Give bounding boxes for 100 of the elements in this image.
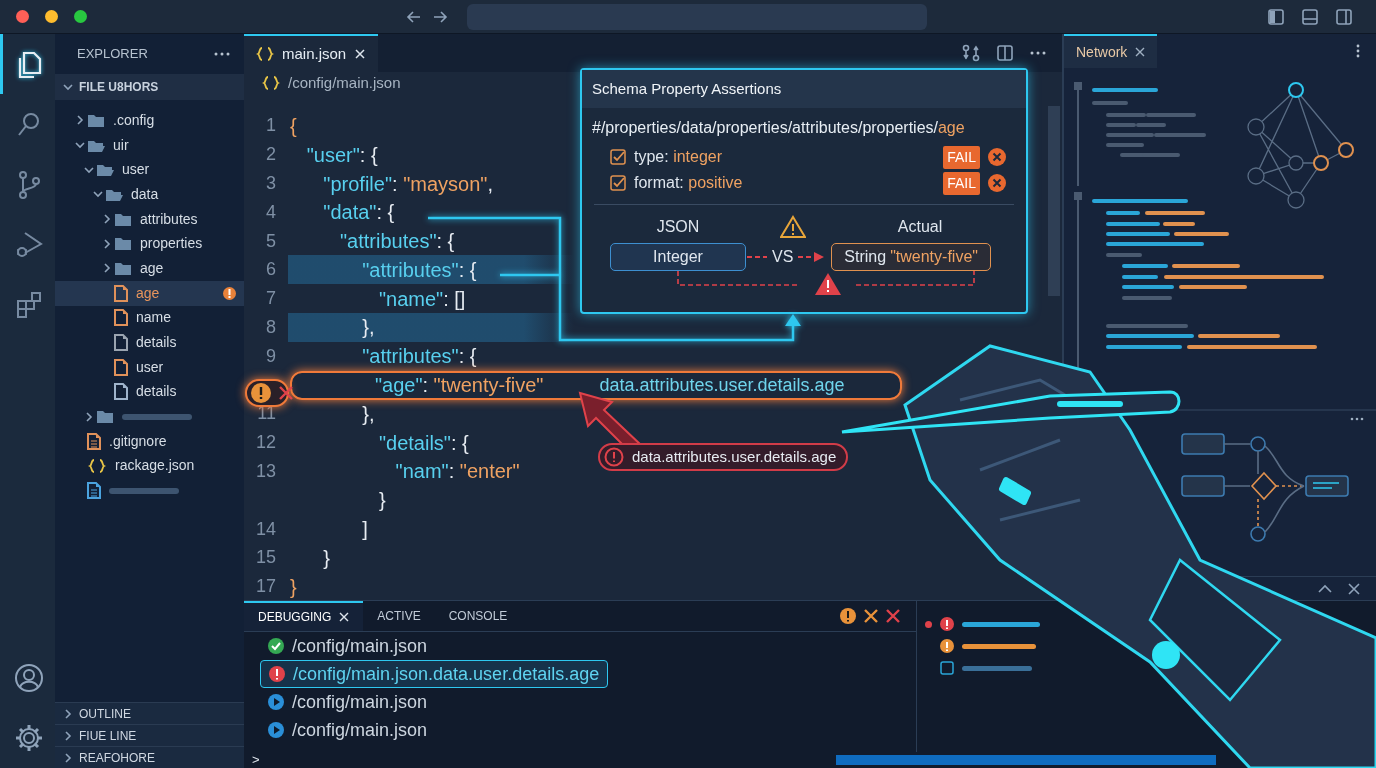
- warning-icon[interactable]: [840, 608, 856, 624]
- item-label: user: [136, 357, 164, 377]
- item-label: data: [131, 184, 159, 204]
- compare-changes-icon[interactable]: [962, 44, 980, 62]
- folder-icon: [96, 409, 114, 425]
- more-icon[interactable]: [1350, 417, 1364, 421]
- debug-entry[interactable]: /config/main.json: [260, 716, 436, 744]
- window-control[interactable]: [16, 10, 29, 23]
- sidebar-title: EXPLORER: [77, 45, 148, 64]
- tab-label: Network: [1076, 42, 1128, 62]
- file-row[interactable]: user: [55, 354, 244, 380]
- sidebar-layout-icon[interactable]: [1267, 7, 1285, 26]
- code-text: "attributes": {: [339, 229, 455, 255]
- chevron-up-icon[interactable]: [1318, 583, 1332, 594]
- scrollbar[interactable]: [1048, 106, 1060, 296]
- file-row[interactable]: name: [55, 305, 244, 331]
- item-label: uir: [113, 135, 129, 155]
- section-title: FIUE LINE: [79, 727, 137, 745]
- versus-label: VS: [772, 247, 794, 267]
- line-number: 5: [265, 229, 277, 253]
- line-number: 3: [265, 172, 277, 195]
- debug-entry[interactable]: /config/main.json.data.user.details.age: [260, 660, 609, 688]
- item-label: age: [140, 258, 164, 278]
- folder-row[interactable]: properties: [55, 231, 244, 257]
- line-number: 4: [265, 200, 277, 224]
- debug-entry[interactable]: /config/main.json: [260, 688, 436, 716]
- line-number: 12: [254, 431, 277, 455]
- file-row[interactable]: details: [55, 330, 244, 355]
- code-text: "age": "twenty-five": [373, 373, 544, 399]
- code-text: },: [361, 315, 375, 341]
- code-text: "user": {: [305, 142, 378, 168]
- folder-row[interactable]: attributes: [55, 206, 244, 232]
- file-row[interactable]: rackage.json: [55, 453, 244, 479]
- code-text: "profile": "mayson",: [322, 171, 493, 197]
- terminal-prompt: >: [252, 751, 260, 768]
- json-braces-icon: [262, 75, 280, 92]
- arrow-icon: [797, 251, 826, 263]
- more-icon[interactable]: [1030, 50, 1046, 56]
- window-control[interactable]: [45, 10, 58, 23]
- settings-icon[interactable]: [14, 723, 44, 753]
- panel-layout-icon[interactable]: [1301, 7, 1319, 26]
- file-row[interactable]: age: [55, 280, 244, 306]
- extensions-icon[interactable]: [14, 289, 44, 319]
- error-icon: [604, 447, 624, 467]
- code-text: ]: [361, 517, 368, 543]
- graph-node: [1247, 167, 1265, 185]
- debug-entry[interactable]: /config/main.json: [260, 632, 436, 660]
- close-icon[interactable]: [1348, 582, 1360, 595]
- warning-icon: [780, 215, 806, 239]
- item-label: rackage.json: [115, 456, 195, 476]
- split-editor-icon[interactable]: [996, 44, 1014, 62]
- graph-node: [1288, 82, 1304, 98]
- section-header[interactable]: FIUE LINE: [55, 724, 244, 746]
- item-label: attributes: [140, 209, 198, 229]
- checked-checkbox-icon[interactable]: [610, 175, 626, 191]
- json-braces-icon: [256, 46, 274, 62]
- code-text: {: [290, 113, 297, 139]
- graph-node: [1288, 155, 1304, 171]
- secondary-sidebar-icon[interactable]: [1335, 7, 1353, 26]
- panel-tab[interactable]: DEBUGGING: [244, 601, 364, 631]
- close-icon[interactable]: [354, 48, 367, 60]
- section-header[interactable]: OUTLINE: [55, 702, 244, 724]
- folder-row[interactable]: data: [55, 182, 244, 207]
- file-row[interactable]: .gitignore: [55, 428, 244, 454]
- folder-icon: [114, 260, 132, 276]
- folder-row[interactable]: user: [55, 157, 244, 183]
- close-icon[interactable]: [864, 609, 878, 623]
- breadcrumb[interactable]: /config/main.json: [288, 72, 401, 95]
- folder-row[interactable]: .config: [55, 108, 244, 133]
- error-tooltip: data.attributes.user.details.age: [598, 443, 849, 471]
- item-label: user: [122, 160, 150, 180]
- run-debug-icon[interactable]: [14, 229, 44, 259]
- section-title: FILE U8HORS: [79, 79, 159, 96]
- item-label: details: [136, 333, 177, 353]
- item-label: details: [136, 382, 177, 402]
- line-number: 9: [265, 344, 277, 368]
- folder-icon: [114, 211, 132, 227]
- account-icon[interactable]: [14, 663, 44, 693]
- window-control[interactable]: [74, 10, 87, 23]
- inline-error-hint: data.attributes.user.details.age: [599, 373, 845, 397]
- section-header[interactable]: FILE U8HORS: [55, 74, 244, 100]
- editor-tab[interactable]: main.json: [244, 34, 379, 72]
- code-text: "attributes": {: [361, 257, 477, 283]
- item-label: age: [136, 283, 160, 303]
- section-header[interactable]: REAFOHORE: [55, 746, 244, 768]
- folder-row[interactable]: uir: [55, 132, 244, 158]
- panel-tab[interactable]: ACTIVE: [363, 601, 435, 631]
- close-icon[interactable]: [1135, 47, 1146, 57]
- placeholder-bar: [962, 665, 1032, 671]
- panel-tab[interactable]: CONSOLE: [434, 601, 522, 631]
- section-title: OUTLINE: [79, 705, 131, 723]
- line-number: 14: [254, 517, 277, 541]
- more-icon[interactable]: [214, 51, 230, 57]
- fail-badge: FAIL: [943, 171, 980, 195]
- more-vertical-icon[interactable]: [1356, 44, 1360, 58]
- panel-tab[interactable]: Network: [1064, 34, 1158, 68]
- checked-checkbox-icon[interactable]: [610, 149, 626, 165]
- folder-row[interactable]: age: [55, 256, 244, 281]
- file-row[interactable]: details: [55, 379, 244, 405]
- line-number: 13: [254, 459, 277, 483]
